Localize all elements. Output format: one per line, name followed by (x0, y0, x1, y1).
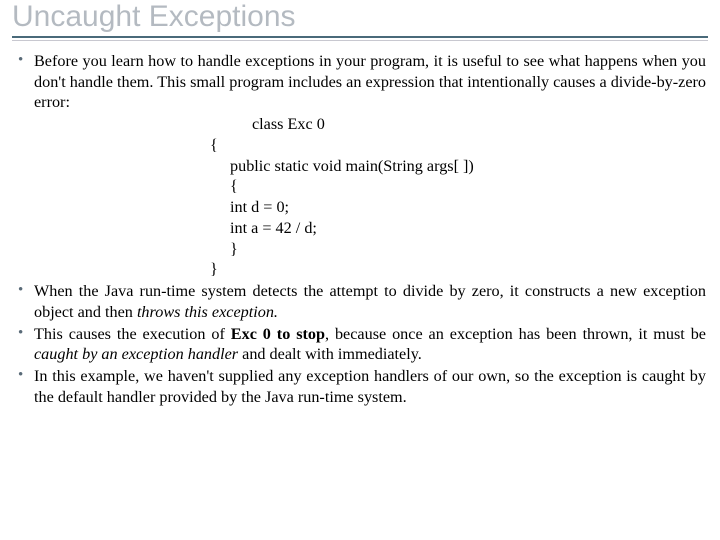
title-underline (12, 36, 708, 38)
slide-content: Before you learn how to handle exception… (0, 51, 720, 407)
bullet-text-italic: throws this exception. (137, 303, 278, 321)
bullet-text: In this example, we haven't supplied any… (34, 367, 706, 406)
code-block: class Exc 0 { public static void main(St… (34, 114, 706, 280)
bullet-list: Before you learn how to handle exception… (14, 51, 706, 407)
list-item: When the Java run-time system detects th… (14, 281, 706, 322)
code-line: } (34, 239, 706, 260)
bullet-text-post: and dealt with immediately. (238, 345, 422, 363)
list-item: This causes the execution of Exc 0 to st… (14, 324, 706, 365)
bullet-text-italic: caught by an exception handler (34, 345, 238, 363)
code-line: { (34, 135, 706, 156)
bullet-text-bold: Exc 0 to stop (231, 325, 325, 343)
bullet-text-pre: When the Java run-time system detects th… (34, 282, 706, 321)
title-subline (12, 40, 708, 41)
bullet-text-pre: This causes the execution of (34, 325, 231, 343)
title-bar (0, 36, 720, 41)
bullet-text-mid: , because once an exception has been thr… (325, 325, 706, 343)
fade-overlay (0, 0, 720, 32)
code-line: public static void main(String args[ ]) (34, 156, 706, 177)
bullet-text: Before you learn how to handle exception… (34, 52, 706, 111)
list-item: Before you learn how to handle exception… (14, 51, 706, 280)
code-line: int a = 42 / d; (34, 218, 706, 239)
code-line: int d = 0; (34, 197, 706, 218)
code-line: } (34, 259, 706, 280)
list-item: In this example, we haven't supplied any… (14, 366, 706, 407)
code-line: class Exc 0 (34, 114, 706, 135)
code-line: { (34, 176, 706, 197)
